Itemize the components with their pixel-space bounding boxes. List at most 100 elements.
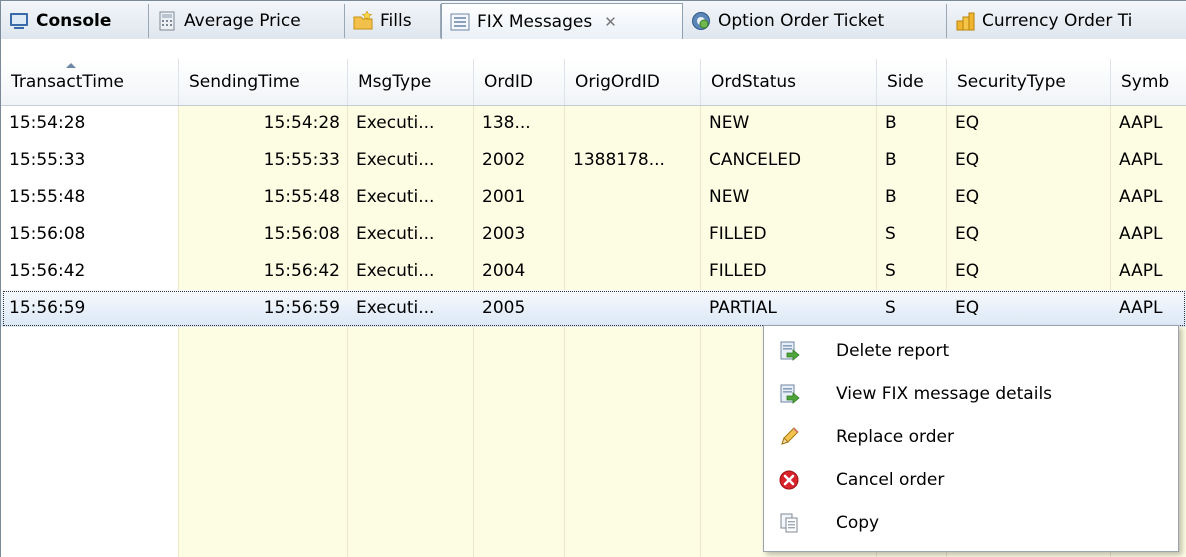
sort-ascending-icon — [66, 63, 76, 68]
table-body: 15:54:28 15:54:28 Executi... 138... NEW … — [1, 105, 1186, 327]
column-header-label: MsgType — [358, 72, 432, 92]
tab-average-price[interactable]: Average Price — [149, 4, 345, 38]
cell-symbol: AAPL — [1119, 113, 1163, 133]
tab-content-gap — [1, 39, 1186, 59]
menu-item-label: View FIX message details — [836, 383, 1053, 404]
cell-securitytype: EQ — [955, 298, 980, 318]
cell-securitytype: EQ — [955, 187, 980, 207]
cell-symbol: AAPL — [1119, 261, 1163, 281]
list-icon — [450, 12, 470, 32]
cell-ordstatus: FILLED — [709, 261, 767, 281]
cell-symbol: AAPL — [1119, 150, 1163, 170]
tab-fix-messages[interactable]: FIX Messages ✕ — [441, 3, 683, 40]
tab-currency-order-ticket[interactable]: Currency Order Ti — [947, 4, 1186, 38]
cell-origordid — [565, 253, 701, 290]
column-header-label: Side — [887, 72, 924, 92]
cell-securitytype: EQ — [955, 224, 980, 244]
cell-transacttime: 15:56:08 — [9, 224, 86, 244]
close-tab-icon[interactable]: ✕ — [604, 13, 617, 31]
fix-messages-view: Console Average Price Fills FIX Messages… — [0, 0, 1186, 557]
tab-label: Console — [36, 11, 112, 31]
cell-ordstatus: PARTIAL — [709, 298, 777, 318]
table-header: TransactTime SendingTime MsgType OrdID O… — [1, 59, 1186, 106]
cell-side: S — [885, 298, 896, 318]
cell-origordid — [565, 290, 701, 327]
column-header-ordstatus[interactable]: OrdStatus — [701, 59, 877, 105]
tab-label: FIX Messages — [477, 12, 593, 32]
cell-ordid: 2005 — [482, 298, 526, 318]
tab-fills[interactable]: Fills — [345, 4, 441, 38]
cell-origordid — [565, 179, 701, 216]
table-row[interactable]: 15:56:42 15:56:42 Executi... 2004 FILLED… — [1, 253, 1186, 290]
tab-bar: Console Average Price Fills FIX Messages… — [1, 1, 1186, 40]
menu-item-view-fix-message-details[interactable]: View FIX message details — [764, 372, 1178, 415]
cell-ordstatus: NEW — [709, 187, 750, 207]
cell-msgtype: Executi... — [356, 224, 435, 244]
report-arrow-icon — [778, 340, 800, 362]
cell-msgtype: Executi... — [356, 298, 435, 318]
column-header-label: SecurityType — [957, 72, 1066, 92]
cell-symbol: AAPL — [1119, 187, 1163, 207]
report-arrow-icon — [778, 383, 800, 405]
column-header-transacttime[interactable]: TransactTime — [1, 59, 179, 105]
cell-symbol: AAPL — [1119, 224, 1163, 244]
cell-transacttime: 15:56:42 — [9, 261, 86, 281]
cell-side: S — [885, 224, 896, 244]
column-header-securitytype[interactable]: SecurityType — [947, 59, 1111, 105]
cell-ordid: 2002 — [482, 150, 526, 170]
column-header-sendingtime[interactable]: SendingTime — [179, 59, 348, 105]
cell-origordid — [565, 105, 701, 142]
star-folder-icon — [353, 10, 373, 31]
tab-console[interactable]: Console — [1, 4, 149, 38]
table-row[interactable]: 15:56:08 15:56:08 Executi... 2003 FILLED… — [1, 216, 1186, 253]
cell-msgtype: Executi... — [356, 150, 435, 170]
cell-side: B — [885, 150, 897, 170]
menu-item-label: Replace order — [836, 426, 954, 447]
cell-securitytype: EQ — [955, 150, 980, 170]
cell-securitytype: EQ — [955, 261, 980, 281]
calculator-icon — [157, 11, 177, 31]
cell-msgtype: Executi... — [356, 113, 435, 133]
context-menu: Delete report View FIX message details R… — [763, 325, 1179, 552]
gear-globe-icon — [691, 11, 711, 31]
column-header-ordid[interactable]: OrdID — [474, 59, 565, 105]
cell-sendingtime: 15:56:42 — [263, 261, 340, 281]
cell-sendingtime: 15:56:59 — [263, 298, 340, 318]
column-header-origordid[interactable]: OrigOrdID — [565, 59, 701, 105]
cell-ordstatus: FILLED — [709, 224, 767, 244]
column-header-label: OrigOrdID — [575, 72, 660, 92]
menu-item-copy[interactable]: Copy — [764, 501, 1178, 544]
cell-sendingtime: 15:54:28 — [263, 113, 340, 133]
menu-item-delete-report[interactable]: Delete report — [764, 329, 1178, 372]
column-header-label: SendingTime — [189, 72, 300, 92]
tab-label: Fills — [380, 11, 412, 31]
tab-option-order-ticket[interactable]: Option Order Ticket — [683, 4, 947, 38]
cell-side: B — [885, 187, 897, 207]
cell-ordid: 2004 — [482, 261, 526, 281]
cell-ordstatus: CANCELED — [709, 150, 802, 170]
table-row[interactable]: 15:55:33 15:55:33 Executi... 2002 138817… — [1, 142, 1186, 179]
tab-label: Currency Order Ti — [982, 11, 1133, 31]
column-header-side[interactable]: Side — [877, 59, 947, 105]
table-row[interactable]: 15:55:48 15:55:48 Executi... 2001 NEW B … — [1, 179, 1186, 216]
column-header-label: Symb — [1121, 72, 1170, 92]
column-header-label: OrdStatus — [711, 72, 797, 92]
console-icon — [9, 11, 29, 31]
cell-side: S — [885, 261, 896, 281]
menu-item-label: Delete report — [836, 340, 950, 361]
cell-msgtype: Executi... — [356, 261, 435, 281]
table-row-selected[interactable]: 15:56:59 15:56:59 Executi... 2005 PARTIA… — [1, 290, 1186, 327]
cell-transacttime: 15:54:28 — [9, 113, 86, 133]
cell-origordid — [565, 216, 701, 253]
menu-item-cancel-order[interactable]: Cancel order — [764, 458, 1178, 501]
menu-item-replace-order[interactable]: Replace order — [764, 415, 1178, 458]
cell-ordid: 2003 — [482, 224, 526, 244]
cell-sendingtime: 15:55:33 — [263, 150, 340, 170]
tab-label: Option Order Ticket — [718, 11, 885, 31]
pencil-icon — [778, 426, 800, 448]
column-header-msgtype[interactable]: MsgType — [348, 59, 474, 105]
cell-ordid: 138... — [482, 113, 531, 133]
column-header-symbol[interactable]: Symb — [1111, 59, 1186, 105]
cell-symbol: AAPL — [1119, 298, 1163, 318]
table-row[interactable]: 15:54:28 15:54:28 Executi... 138... NEW … — [1, 105, 1186, 142]
